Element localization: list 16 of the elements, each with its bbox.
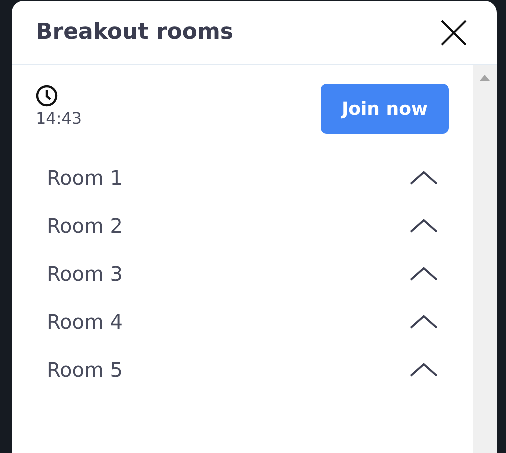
panel-title: Breakout rooms (36, 20, 234, 45)
clock-icon (36, 85, 58, 107)
room-name[interactable]: Room 1 (47, 166, 124, 190)
timer-text: 14:43 (36, 109, 82, 128)
close-button[interactable] (441, 20, 467, 46)
chevron-up-icon[interactable] (410, 219, 438, 233)
room-name[interactable]: Room 5 (47, 358, 124, 382)
chevron-up-icon[interactable] (410, 267, 438, 281)
scrollbar[interactable] (473, 65, 497, 453)
chevron-up-icon[interactable] (410, 171, 438, 185)
room-name[interactable]: Room 2 (47, 214, 124, 238)
chevron-up-icon[interactable] (410, 363, 438, 377)
room-name[interactable]: Room 4 (47, 310, 124, 334)
room-name[interactable]: Room 3 (47, 262, 124, 286)
chevron-up-icon[interactable] (410, 315, 438, 329)
join-now-button[interactable]: Join now (321, 84, 449, 134)
